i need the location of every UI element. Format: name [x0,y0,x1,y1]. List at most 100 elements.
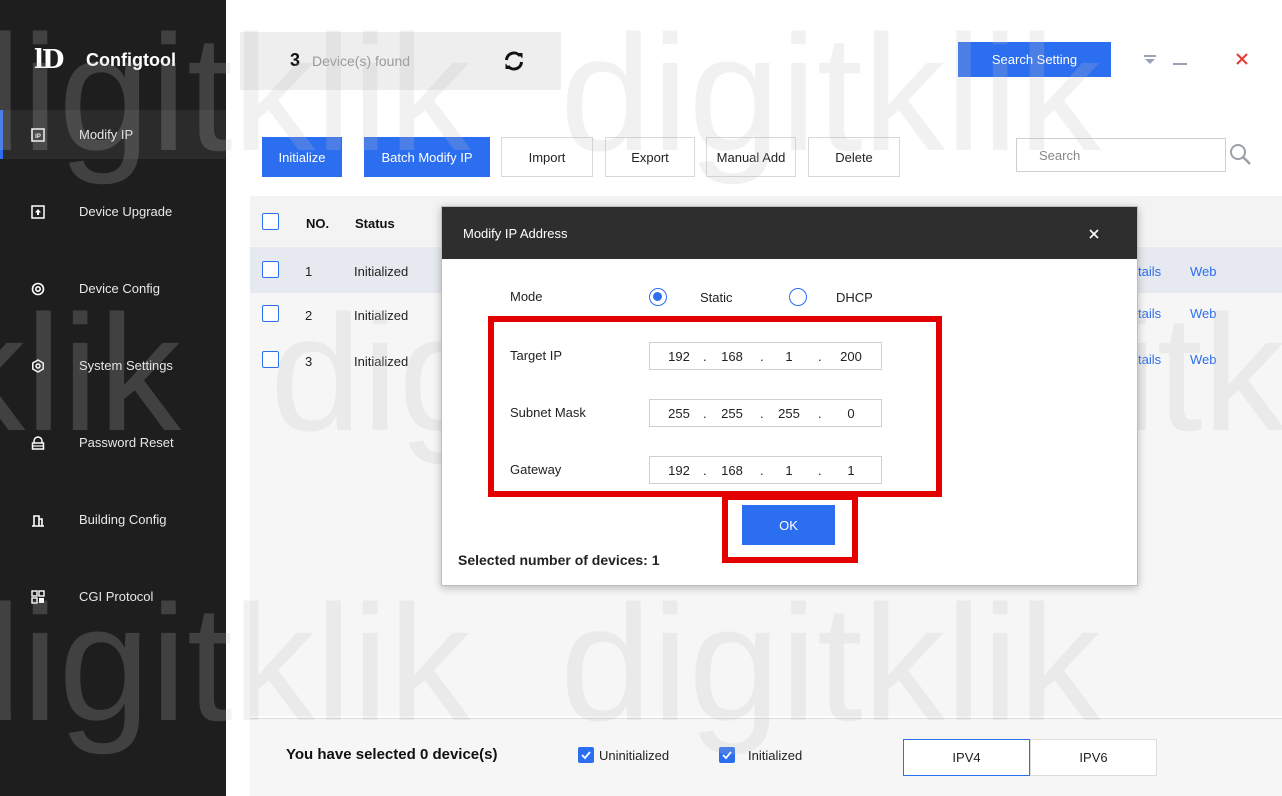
building-icon [31,513,45,527]
row-checkbox[interactable] [262,261,279,278]
row-checkbox[interactable] [262,351,279,368]
ip-separator: . [818,406,822,421]
target-ip-field[interactable]: 192 . 168 . 1 . 200 [649,342,882,370]
ip-octet: 1 [847,463,855,478]
ip-separator: . [818,463,822,478]
subnet-mask-field[interactable]: 255 . 255 . 255 . 0 [649,399,882,427]
device-count-box: 3 Device(s) found [240,32,561,90]
dialog-header: Modify IP Address [442,207,1137,259]
row-no: 2 [305,308,313,323]
ok-button[interactable]: OK [742,505,835,545]
ip-separator: . [760,406,764,421]
initialized-checkbox[interactable] [719,747,735,763]
configtool-window: lD Configtool IP Modify IP Device Upgrad… [0,0,1282,796]
sidebar-item-password-reset[interactable]: Password Reset [0,418,226,467]
ipv4-tab[interactable]: IPV4 [903,739,1030,776]
upgrade-icon [31,204,45,219]
sidebar-item-system-settings[interactable]: System Settings [0,341,226,390]
settings-icon [31,358,45,373]
search-setting-button[interactable]: Search Setting [958,42,1111,77]
web-link[interactable]: Web [1190,306,1217,321]
sidebar-item-label: Building Config [79,512,167,527]
sidebar-item-label: CGI Protocol [79,589,154,604]
config-icon [31,282,45,296]
ip-octet: 255 [721,406,743,421]
ip-octet: 168 [721,463,743,478]
import-button[interactable]: Import [501,137,593,177]
dialog-title: Modify IP Address [463,226,568,241]
app-logo: lD Configtool [34,42,176,78]
footer-bar: You have selected 0 device(s) Uninitiali… [250,718,1282,796]
search-input[interactable] [1016,138,1226,172]
gateway-field[interactable]: 192 . 168 . 1 . 1 [649,456,882,484]
manual-add-button[interactable]: Manual Add [706,137,796,177]
row-no: 3 [305,354,313,369]
header-status: Status [355,216,395,231]
export-button[interactable]: Export [605,137,695,177]
ip-octet: 192 [668,349,690,364]
ip-separator: . [818,349,822,364]
select-all-checkbox[interactable] [262,213,279,230]
sidebar-item-modify-ip[interactable]: IP Modify IP [0,110,226,159]
refresh-icon[interactable] [502,49,526,73]
sidebar-item-building-config[interactable]: Building Config [0,495,226,544]
ip-separator: . [703,349,707,364]
details-link[interactable]: tails [1138,352,1161,367]
web-link[interactable]: Web [1190,264,1217,279]
initialized-label: Initialized [748,748,803,763]
selected-devices-text: You have selected 0 device(s) [286,746,498,763]
close-icon[interactable] [1232,48,1252,70]
dialog-close-icon[interactable] [1085,225,1103,243]
selected-devices-count: Selected number of devices: 1 [458,552,660,568]
row-status: Initialized [354,308,409,323]
ip-octet: 168 [721,349,743,364]
svg-text:IP: IP [35,134,41,140]
row-status: Initialized [354,264,409,279]
cgi-icon [31,589,45,604]
top-bar: 3 Device(s) found Search Setting [226,0,1282,120]
ip-separator: . [760,349,764,364]
mode-label: Mode [510,289,543,304]
row-no: 1 [305,264,313,279]
batch-modify-ip-button[interactable]: Batch Modify IP [364,137,490,177]
menu-dropdown-icon[interactable] [1140,48,1160,70]
device-found-label: Device(s) found [312,53,411,69]
ip-separator: . [760,463,764,478]
sidebar-item-label: Device Config [79,281,160,296]
static-radio[interactable] [649,288,667,306]
ip-octet: 192 [668,463,690,478]
lock-icon [31,435,45,450]
dhcp-radio[interactable] [789,288,807,306]
sidebar-item-label: System Settings [79,358,173,373]
sidebar-item-label: Password Reset [79,435,174,450]
sidebar-item-device-upgrade[interactable]: Device Upgrade [0,187,226,236]
sidebar: lD Configtool IP Modify IP Device Upgrad… [0,0,226,796]
delete-button[interactable]: Delete [808,137,900,177]
ip-octet: 200 [840,349,862,364]
subnet-mask-label: Subnet Mask [510,405,586,420]
row-checkbox[interactable] [262,305,279,322]
ip-separator: . [703,463,707,478]
initialize-button[interactable]: Initialize [262,137,342,177]
ip-icon: IP [31,127,45,142]
gateway-label: Gateway [510,462,562,477]
row-status: Initialized [354,354,409,369]
static-label: Static [700,290,733,305]
web-link[interactable]: Web [1190,352,1217,367]
ip-octet: 1 [785,349,793,364]
target-ip-label: Target IP [510,348,563,363]
ip-octet: 0 [847,406,855,421]
details-link[interactable]: tails [1138,306,1161,321]
app-name: Configtool [86,49,176,70]
search-icon[interactable] [1228,142,1252,166]
details-link[interactable]: tails [1138,264,1161,279]
minimize-icon[interactable] [1170,48,1190,70]
sidebar-nav: IP Modify IP Device Upgrade Device Confi… [0,110,226,649]
device-count: 3 [290,50,301,70]
sidebar-item-cgi-protocol[interactable]: CGI Protocol [0,572,226,621]
dhcp-label: DHCP [836,290,873,305]
sidebar-item-device-config[interactable]: Device Config [0,264,226,313]
uninitialized-checkbox[interactable] [578,747,594,763]
ipv6-tab[interactable]: IPV6 [1030,739,1157,776]
header-no: NO. [306,216,330,231]
